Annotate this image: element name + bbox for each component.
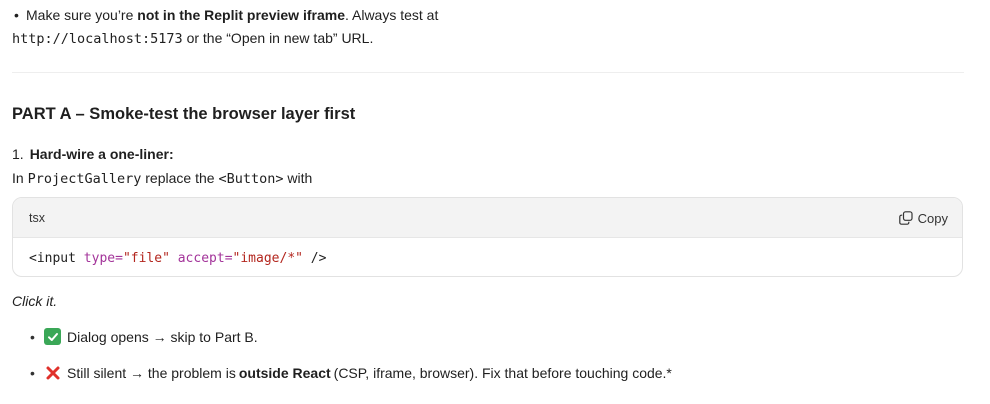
instr-replace: replace the: [141, 170, 219, 186]
step-number: 1.: [12, 146, 24, 162]
component-name: ProjectGallery: [27, 171, 142, 187]
step-instruction: In ProjectGallery replace the <Button> w…: [12, 170, 312, 187]
intro-bullet: • Make sure you’re not in the Replit pre…: [12, 4, 972, 51]
list-item: • Still silent → the problem is outside …: [30, 364, 672, 381]
part-a-heading: PART A – Smoke-test the browser layer fi…: [12, 105, 356, 123]
intro-text-2: . Always test at: [344, 7, 439, 23]
copy-icon: [898, 211, 913, 225]
copy-button[interactable]: Copy: [898, 208, 948, 228]
code-attr-accept: accept=: [177, 251, 233, 266]
result-text-suffix: (CSP, iframe, browser). Fix that before …: [333, 364, 672, 381]
code-close: />: [302, 251, 327, 266]
bullet-dot: •: [30, 364, 35, 381]
cross-icon: [44, 364, 61, 381]
code-value-image: "image/*": [232, 251, 303, 266]
instr-in: In: [12, 170, 28, 186]
instr-with: with: [283, 170, 313, 186]
bullet-dot: •: [14, 7, 19, 23]
intro-bold: not in the Replit preview iframe: [137, 7, 345, 23]
intro-text-3: or the “Open in new tab” URL.: [182, 30, 374, 46]
code-value-file: "file": [122, 251, 170, 266]
button-tag: <Button>: [218, 171, 284, 187]
check-icon: [44, 328, 61, 345]
intro-text: Make sure you’re: [26, 7, 138, 23]
localhost-url: http://localhost:5173: [12, 31, 183, 47]
result-text-prefix: Still silent → the problem is: [67, 364, 236, 381]
result-text: Dialog opens → skip to Part B.: [67, 328, 258, 345]
copy-label: Copy: [917, 210, 948, 226]
bullet-dot: •: [30, 328, 35, 345]
code-language: tsx: [29, 211, 45, 225]
list-item: • Dialog opens → skip to Part B.: [30, 328, 258, 345]
result-text-bold: outside React: [238, 364, 331, 381]
code-content: <input type="file" accept="image/*" />: [13, 238, 962, 276]
step-title: Hard-wire a one-liner:: [29, 146, 174, 162]
code-block-header: tsx Copy: [13, 198, 962, 238]
step-1: 1. Hard-wire a one-liner:: [12, 146, 174, 162]
code-open: <input: [29, 251, 84, 266]
click-it-text: Click it.: [12, 293, 58, 309]
code-attr-type: type=: [83, 251, 123, 266]
code-block: tsx Copy <input type="file" accept="imag…: [12, 197, 963, 277]
divider: [12, 72, 964, 73]
